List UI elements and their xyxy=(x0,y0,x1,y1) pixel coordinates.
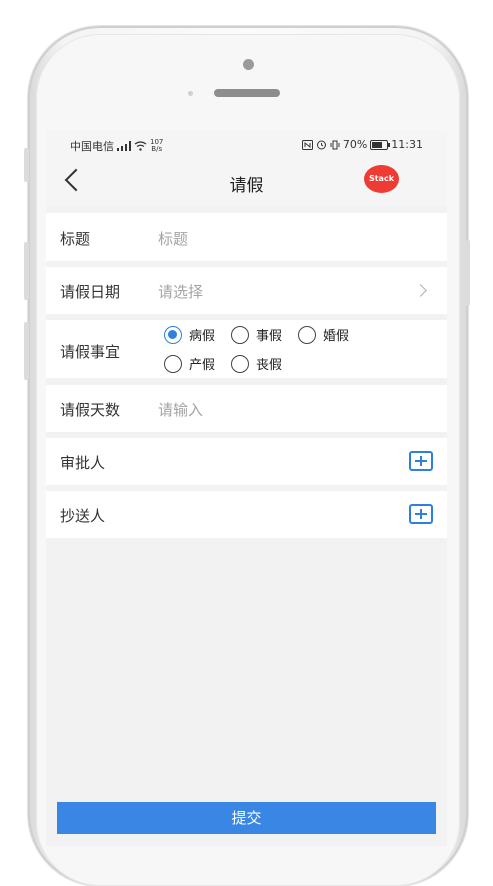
leave-days-row[interactable]: 请假天数 请输入 xyxy=(46,385,447,432)
wifi-icon xyxy=(134,141,147,151)
chevron-right-icon xyxy=(414,284,427,297)
clock: 11:31 xyxy=(391,138,423,151)
title-label: 标题 xyxy=(60,230,91,248)
leave-days-input[interactable]: 请输入 xyxy=(158,399,203,420)
proximity-sensor xyxy=(188,91,193,96)
network-speed-unit: B/s xyxy=(151,145,163,153)
radio-unchecked-icon[interactable] xyxy=(164,354,182,373)
submit-button[interactable]: 提交 xyxy=(57,802,436,834)
title-row[interactable]: 标题 标题 xyxy=(46,213,447,261)
leave-type-option-label: 产假 xyxy=(189,358,216,373)
leave-type-option-label: 丧假 xyxy=(256,358,283,373)
radio-unchecked-icon[interactable] xyxy=(231,354,249,373)
cc-label: 抄送人 xyxy=(60,507,106,525)
leave-type-row: 请假事宜 病假 事假 婚假 产假 丧假 xyxy=(46,320,447,378)
nfc-icon xyxy=(301,139,313,150)
status-bar: 中国电信 107 B/s 70% 11:31 xyxy=(46,130,447,158)
stack-badge-button[interactable]: Stack xyxy=(364,165,399,193)
alarm-icon xyxy=(316,140,326,150)
volume-down-button xyxy=(24,322,29,380)
power-button xyxy=(465,240,470,306)
radio-checked-icon[interactable] xyxy=(164,325,182,344)
radio-unchecked-icon[interactable] xyxy=(298,325,316,344)
nav-bar: 请假 Stack xyxy=(46,158,447,206)
earpiece-speaker xyxy=(214,89,280,97)
approver-label: 审批人 xyxy=(60,454,106,472)
leave-type-option-label: 病假 xyxy=(189,329,216,344)
leave-type-option-personal[interactable]: 事假 xyxy=(231,325,282,344)
leave-type-option-maternity[interactable]: 产假 xyxy=(164,354,215,373)
app-screen: 中国电信 107 B/s 70% 11:31 请假 Stack 标题 标题 请假… xyxy=(46,130,447,846)
title-input[interactable]: 标题 xyxy=(158,228,188,249)
leave-type-option-sick[interactable]: 病假 xyxy=(164,325,215,344)
add-cc-icon[interactable] xyxy=(409,504,433,524)
vibrate-icon xyxy=(330,140,340,149)
battery-percent: 70% xyxy=(342,138,368,151)
mute-switch xyxy=(24,148,29,182)
leave-type-label: 请假事宜 xyxy=(60,343,121,361)
leave-date-row[interactable]: 请假日期 请选择 xyxy=(46,267,447,314)
cc-row: 抄送人 xyxy=(46,491,447,538)
signal-icon xyxy=(117,141,131,151)
leave-days-label: 请假天数 xyxy=(60,401,121,419)
leave-type-option-label: 婚假 xyxy=(323,329,350,344)
approver-row: 审批人 xyxy=(46,438,447,485)
carrier-name: 中国电信 xyxy=(70,140,114,153)
radio-unchecked-icon[interactable] xyxy=(231,325,249,344)
leave-type-option-marriage[interactable]: 婚假 xyxy=(298,325,349,344)
leave-type-option-bereavement[interactable]: 丧假 xyxy=(231,354,282,373)
add-approver-icon[interactable] xyxy=(409,451,433,471)
volume-up-button xyxy=(24,242,29,300)
leave-date-picker[interactable]: 请选择 xyxy=(158,281,203,302)
network-speed: 107 B/s xyxy=(150,139,163,153)
leave-type-option-label: 事假 xyxy=(256,329,283,344)
battery-icon xyxy=(370,139,391,150)
front-camera xyxy=(243,59,254,70)
leave-date-label: 请假日期 xyxy=(60,283,121,301)
